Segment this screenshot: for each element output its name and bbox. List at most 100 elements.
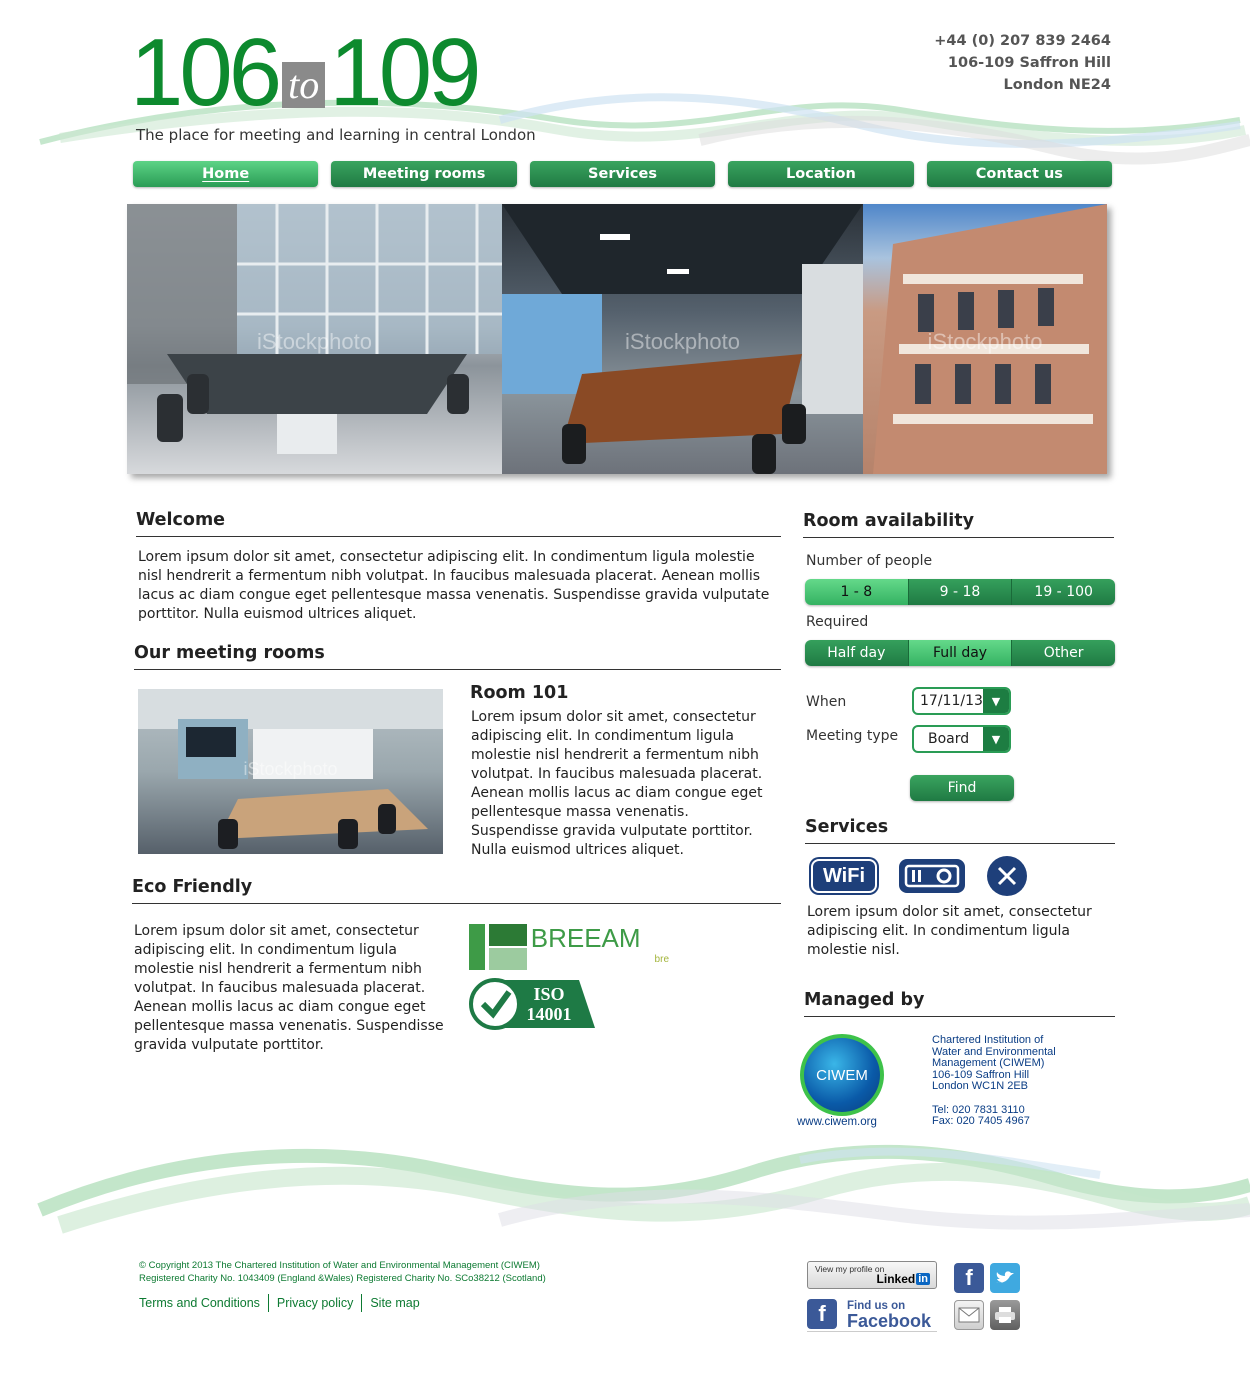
nav-contact-us-label: Contact us	[975, 166, 1063, 182]
wifi-icon: WiFi	[811, 859, 877, 893]
ciwem-address-line: Chartered Institution of	[932, 1034, 1044, 1046]
footer-wave-decoration	[37, 1144, 1250, 1234]
facebook-caption: Find us on Facebook	[847, 1299, 932, 1331]
services-icons: WiFi	[811, 856, 1027, 896]
people-option-19-100[interactable]: 19 - 100	[1012, 579, 1115, 605]
email-share-icon[interactable]	[954, 1300, 984, 1330]
logo-number-left: 106	[130, 19, 282, 126]
nav-services-label: Services	[588, 166, 657, 182]
nav-contact-us[interactable]: Contact us	[926, 161, 1113, 187]
copyright-text: © Copyright 2013 The Chartered Instituti…	[139, 1260, 540, 1271]
twitter-share-icon[interactable]	[990, 1263, 1020, 1293]
number-of-people-selector: 1 - 8 9 - 18 19 - 100	[805, 579, 1115, 605]
room-101-photo[interactable]: iStockphoto	[138, 689, 443, 854]
linkedin-in-icon: in	[916, 1273, 930, 1285]
site-logo[interactable]: 106 to 109	[130, 19, 481, 126]
when-label: When	[806, 694, 847, 710]
ciwem-logo[interactable]: CIWEM	[800, 1034, 884, 1116]
room-101-text: Lorem ipsum dolor sit amet, consectetur …	[471, 709, 763, 858]
eco-friendly-text: Lorem ipsum dolor sit amet, consectetur …	[134, 923, 444, 1053]
breeam-mark-icon	[469, 924, 527, 970]
ciwem-address: Chartered Institution of Water and Envir…	[932, 1034, 1056, 1128]
services-text: Lorem ipsum dolor sit amet, consectetur …	[807, 904, 1092, 958]
required-option-half-day[interactable]: Half day	[805, 640, 909, 666]
ciwem-address-line: London WC1N 2EB	[932, 1080, 1028, 1092]
logo-number-right: 109	[329, 19, 481, 126]
room-photo-watermark: iStockphoto	[243, 759, 338, 779]
meeting-type-label: Meeting type	[806, 728, 899, 744]
charity-text: Registered Charity No. 1043409 (England …	[139, 1272, 546, 1284]
meeting-type-select[interactable]: Board ▼	[912, 725, 1011, 753]
header-city: London NE24	[1003, 77, 1111, 93]
hero-banner: iStockphoto iStockphoto iStockphoto	[127, 204, 1107, 474]
wifi-icon-text: WiFi	[822, 864, 866, 887]
services-heading: Services	[805, 817, 1115, 844]
find-button[interactable]: Find	[910, 775, 1014, 801]
bre-mark: bre	[654, 954, 669, 965]
welcome-text: Lorem ipsum dolor sit amet, consectetur …	[138, 549, 770, 622]
nav-location-label: Location	[786, 166, 856, 182]
required-option-other[interactable]: Other	[1012, 640, 1115, 666]
banner-watermark-2: iStockphoto	[625, 329, 740, 354]
linkedin-profile-button[interactable]: View my profile on Linked in	[807, 1261, 937, 1289]
footer-links: Terms and Conditions Privacy policy Site…	[139, 1294, 428, 1312]
terms-link[interactable]: Terms and Conditions	[139, 1296, 268, 1310]
facebook-share-icon[interactable]: f	[954, 1263, 984, 1293]
managed-by-heading: Managed by	[804, 990, 1115, 1017]
print-icon[interactable]	[990, 1300, 1020, 1330]
eco-friendly-heading: Eco Friendly	[132, 877, 781, 904]
iso-14001-badge: ISO 14001	[469, 978, 597, 1030]
room-101-title[interactable]: Room 101	[470, 683, 568, 703]
header-phone: +44 (0) 207 839 2464	[934, 33, 1111, 49]
catering-icon	[987, 856, 1027, 896]
chevron-down-icon: ▼	[983, 727, 1009, 751]
ciwem-website-link[interactable]: www.ciwem.org	[797, 1116, 877, 1128]
ciwem-fax: Fax: 020 7405 4967	[932, 1115, 1030, 1127]
nav-home[interactable]: Home	[133, 161, 319, 187]
nav-services[interactable]: Services	[529, 161, 716, 187]
linkedin-wordmark: Linked in	[877, 1272, 930, 1286]
meeting-rooms-heading: Our meeting rooms	[134, 643, 781, 670]
logo-to-badge: to	[282, 62, 326, 108]
chevron-down-icon: ▼	[983, 689, 1009, 713]
required-option-full-day[interactable]: Full day	[908, 640, 1013, 666]
facebook-brand: Facebook	[847, 1310, 932, 1331]
people-option-9-18[interactable]: 9 - 18	[908, 579, 1013, 605]
facebook-icon: f	[807, 1298, 837, 1329]
number-of-people-label: Number of people	[806, 553, 933, 569]
breeam-wordmark: BREEAM	[530, 923, 641, 953]
facebook-find-us-button[interactable]: f Find us on Facebook	[807, 1296, 937, 1332]
breeam-logo: BREEAM bre	[469, 924, 669, 972]
iso-label: ISO 14001	[526, 984, 572, 1024]
linkedin-caption: View my profile on	[815, 1264, 885, 1274]
room-availability-heading: Room availability	[803, 511, 1114, 538]
nav-home-label: Home	[202, 166, 250, 182]
welcome-heading: Welcome	[136, 510, 781, 537]
linkedin-brand: Linked	[876, 1272, 916, 1286]
sitemap-link[interactable]: Site map	[362, 1296, 427, 1310]
required-duration-selector: Half day Full day Other	[805, 640, 1115, 666]
main-navigation: Home Meeting rooms Services Location Con…	[133, 161, 1113, 187]
ciwem-address-line: Management (CIWEM)	[932, 1057, 1045, 1069]
banner-photo-boardroom: iStockphoto	[127, 204, 502, 474]
banner-photo-conference-room: iStockphoto	[502, 204, 863, 474]
nav-location[interactable]: Location	[728, 161, 914, 187]
ciwem-address-spacer	[932, 1093, 1056, 1105]
header-street: 106-109 Saffron Hill	[947, 55, 1111, 71]
banner-photo-building: iStockphoto	[863, 204, 1107, 474]
site-tagline: The place for meeting and learning in ce…	[136, 126, 536, 144]
projector-icon	[899, 859, 965, 893]
header-contact-address: +44 (0) 207 839 2464 106-109 Saffron Hil…	[934, 30, 1111, 96]
meeting-type-value: Board	[928, 731, 970, 747]
ciwem-logo-text: CIWEM	[816, 1066, 868, 1084]
people-option-1-8[interactable]: 1 - 8	[805, 579, 909, 605]
nav-meeting-rooms[interactable]: Meeting rooms	[331, 161, 517, 187]
footer-legal: © Copyright 2013 The Chartered Instituti…	[139, 1260, 546, 1285]
required-label: Required	[806, 614, 869, 630]
privacy-link[interactable]: Privacy policy	[269, 1296, 361, 1310]
banner-watermark-1: iStockphoto	[257, 329, 372, 354]
nav-meeting-rooms-label: Meeting rooms	[362, 166, 486, 182]
banner-watermark-3: iStockphoto	[927, 329, 1043, 354]
date-select-value: 17/11/13	[920, 693, 983, 709]
date-select[interactable]: 17/11/13 ▼	[912, 687, 1011, 715]
